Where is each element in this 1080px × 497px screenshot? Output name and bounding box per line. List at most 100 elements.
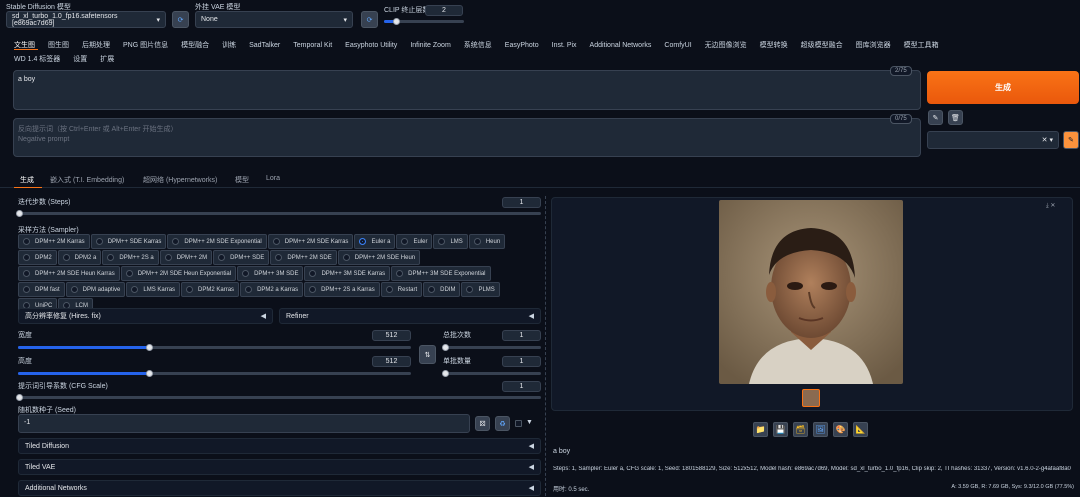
main-tab[interactable]: 图库浏览器	[856, 42, 891, 49]
checkpoint-select[interactable]: sd_xl_turbo_1.0_fp16.safetensors [e869ac…	[6, 11, 166, 28]
sampler-option[interactable]: DPM++ 2M SDE Heun Karras	[18, 266, 120, 281]
edit-styles-button[interactable]: ✎	[928, 110, 943, 125]
refiner-accordion[interactable]: Refiner ◀	[279, 308, 541, 324]
main-tab[interactable]: Inst. Pix	[552, 42, 577, 49]
sampler-option[interactable]: DPM2 a Karras	[240, 282, 304, 297]
batch-size-input[interactable]: 1	[502, 356, 541, 367]
negative-prompt-input[interactable]: 反向提示词（按 Ctrl+Enter 或 Alt+Enter 开始生成） Neg…	[13, 118, 921, 157]
sampler-option[interactable]: DPM++ 3M SDE Karras	[304, 266, 391, 281]
sampler-option[interactable]: LMS	[433, 234, 468, 249]
main-tab[interactable]: 设置	[73, 56, 87, 63]
sampler-option[interactable]: DPM++ 2M SDE Exponential	[167, 234, 267, 249]
main-tab[interactable]: 文生图	[14, 42, 35, 49]
width-slider[interactable]	[18, 344, 411, 351]
clip-slider-knob[interactable]	[393, 18, 400, 25]
main-tab[interactable]: ComfyUI	[664, 42, 691, 49]
sampler-option[interactable]: DPM++ 2S a Karras	[304, 282, 380, 297]
sampler-option[interactable]: DPM2	[18, 250, 57, 265]
tiled-vae-accordion[interactable]: Tiled VAE ◀	[18, 459, 541, 475]
main-tab[interactable]: SadTalker	[249, 42, 280, 49]
sampler-option[interactable]: Restart	[380, 282, 423, 297]
steps-slider-knob[interactable]	[16, 210, 23, 217]
sampler-option[interactable]: DPM++ 2M SDE	[270, 250, 337, 265]
sampler-option[interactable]: DPM++ SDE	[213, 250, 270, 265]
reuse-seed-button[interactable]: ♻	[495, 416, 510, 431]
sampler-option[interactable]: DPM++ 3M SDE	[237, 266, 304, 281]
sampler-option[interactable]: Euler a	[354, 234, 396, 249]
save-button[interactable]: 💾	[773, 422, 788, 437]
steps-slider[interactable]	[16, 210, 541, 217]
sampler-option[interactable]: LMS Karras	[126, 282, 181, 297]
positive-prompt-input[interactable]: a boy	[13, 70, 921, 110]
steps-input[interactable]: 1	[502, 197, 541, 208]
send-to-extras-button[interactable]: 📐	[853, 422, 868, 437]
trash-button[interactable]: 🗑	[948, 110, 963, 125]
tiled-diffusion-accordion[interactable]: Tiled Diffusion ◀	[18, 438, 541, 454]
main-tab[interactable]: Temporal Kit	[293, 42, 332, 49]
main-tab[interactable]: 后期处理	[82, 42, 110, 49]
cfg-input[interactable]: 1	[502, 381, 541, 392]
main-tab[interactable]: WD 1.4 标签器	[14, 56, 60, 63]
extra-seed-checkbox[interactable]	[515, 420, 522, 427]
main-tab[interactable]: 模型转换	[760, 42, 788, 49]
sampler-option[interactable]: DPM adaptive	[65, 282, 126, 297]
generate-button[interactable]: 生成	[927, 71, 1079, 104]
main-tab[interactable]: Easyphoto Utility	[345, 42, 397, 49]
batch-count-knob[interactable]	[442, 344, 449, 351]
generated-image[interactable]	[719, 200, 903, 384]
sub-tab[interactable]: 模型	[235, 175, 249, 185]
zip-button[interactable]: 🗃	[793, 422, 808, 437]
sampler-option[interactable]: DPM++ 2M Karras	[18, 234, 90, 249]
main-tab[interactable]: 扩展	[100, 56, 114, 63]
sampler-option[interactable]: DPM fast	[18, 282, 65, 297]
refresh-checkpoint-button[interactable]: ⟳	[172, 11, 189, 28]
apply-style-button[interactable]: ✎	[1063, 131, 1079, 149]
sub-tab[interactable]: Lora	[266, 175, 280, 182]
sampler-option[interactable]: DDIM	[423, 282, 461, 297]
main-tab[interactable]: 系统信息	[464, 42, 492, 49]
additional-networks-accordion[interactable]: Additional Networks ◀	[18, 480, 541, 496]
batch-size-slider[interactable]	[442, 370, 541, 377]
sampler-option[interactable]: DPM++ 2M SDE Heun Exponential	[120, 266, 237, 281]
sampler-option[interactable]: DPM++ 2M SDE Karras	[267, 234, 354, 249]
sampler-option[interactable]: DPM++ 2S a	[102, 250, 159, 265]
styles-select[interactable]: ✕ ▾	[927, 131, 1059, 149]
main-tab[interactable]: Infinite Zoom	[410, 42, 450, 49]
main-tab[interactable]: 图生图	[48, 42, 69, 49]
main-tab[interactable]: 超级模型融合	[801, 42, 843, 49]
width-input[interactable]: 512	[372, 330, 411, 341]
clear-icon[interactable]: ✕ ▾	[1042, 136, 1053, 144]
seed-input[interactable]: -1	[18, 414, 470, 433]
main-tab[interactable]: 训练	[222, 42, 236, 49]
main-tab[interactable]: Additional Networks	[590, 42, 652, 49]
clip-input[interactable]: 2	[425, 5, 463, 16]
clip-slider[interactable]	[384, 18, 464, 25]
sampler-option[interactable]: DPM++ 2M	[159, 250, 213, 265]
hires-fix-accordion[interactable]: 高分辨率修复 (Hires. fix) ◀	[18, 308, 273, 324]
sampler-option[interactable]: Euler	[396, 234, 433, 249]
send-to-inpaint-button[interactable]: 🎨	[833, 422, 848, 437]
sampler-option[interactable]: DPM++ 2M SDE Heun	[337, 250, 421, 265]
batch-count-input[interactable]: 1	[502, 330, 541, 341]
sampler-option[interactable]: DPM++ SDE Karras	[90, 234, 167, 249]
sampler-option[interactable]: DPM2 Karras	[181, 282, 240, 297]
refresh-vae-button[interactable]: ⟳	[361, 11, 378, 28]
sampler-option[interactable]: Heun	[468, 234, 506, 249]
main-tab[interactable]: 无边图像浏览	[705, 42, 747, 49]
extra-seed-triangle-icon[interactable]: ▼	[526, 419, 533, 426]
sampler-option[interactable]: DPM2 a	[57, 250, 102, 265]
send-to-img2img-button[interactable]: 🖼	[813, 422, 828, 437]
sampler-option[interactable]: PLMS	[461, 282, 500, 297]
sub-tab[interactable]: 生成	[20, 175, 34, 185]
cfg-slider[interactable]	[16, 394, 541, 401]
open-folder-button[interactable]: 📁	[753, 422, 768, 437]
gallery-thumbnail[interactable]	[802, 389, 820, 407]
swap-dimensions-button[interactable]: ⇅	[419, 345, 436, 364]
batch-count-slider[interactable]	[442, 344, 541, 351]
width-slider-knob[interactable]	[145, 344, 153, 351]
batch-size-knob[interactable]	[442, 370, 449, 377]
cfg-slider-knob[interactable]	[16, 394, 23, 401]
main-tab[interactable]: 模型工具箱	[904, 42, 939, 49]
gallery-controls[interactable]: ⤓ ✕	[1046, 202, 1055, 210]
height-slider[interactable]	[18, 370, 411, 377]
